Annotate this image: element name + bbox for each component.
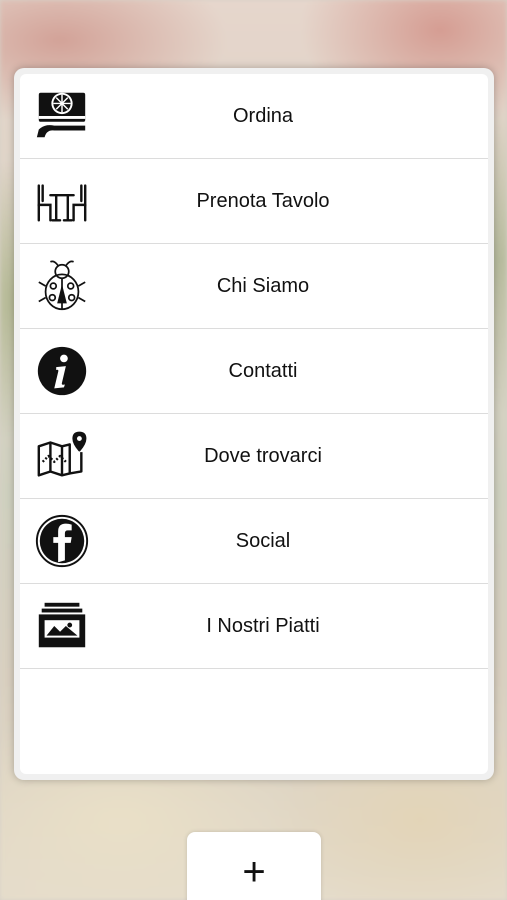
menu-item-label: Prenota Tavolo — [196, 189, 330, 212]
pizza-delivery-icon — [20, 74, 104, 158]
menu-item-ordina[interactable]: Ordina — [20, 74, 488, 159]
menu-item-chi-siamo[interactable]: Chi Siamo — [20, 244, 488, 329]
info-icon — [20, 329, 104, 413]
photo-gallery-icon — [20, 584, 104, 668]
menu-item-prenota-tavolo[interactable]: Prenota Tavolo — [20, 159, 488, 244]
menu-item-dove-trovarci[interactable]: Dove trovarci — [20, 414, 488, 499]
ladybug-icon — [20, 244, 104, 328]
facebook-icon — [20, 499, 104, 583]
table-chairs-icon — [20, 159, 104, 243]
plus-icon: + — [242, 850, 266, 894]
menu-item-contatti[interactable]: Contatti — [20, 329, 488, 414]
menu-item-label: I Nostri Piatti — [206, 614, 320, 637]
map-pin-icon — [20, 414, 104, 498]
menu-item-social[interactable]: Social — [20, 499, 488, 584]
menu-item-i-nostri-piatti[interactable]: I Nostri Piatti — [20, 584, 488, 669]
menu-item-label: Dove trovarci — [204, 444, 322, 467]
menu-item-label: Ordina — [232, 104, 294, 127]
menu-list: Ordina Prenota Tavolo Chi Siamo Contatti… — [20, 74, 488, 774]
menu-item-label: Chi Siamo — [216, 274, 310, 297]
menu-panel: Ordina Prenota Tavolo Chi Siamo Contatti… — [14, 68, 494, 780]
add-button[interactable]: + — [187, 832, 321, 900]
menu-item-label: Contatti — [228, 359, 298, 382]
menu-item-label: Social — [235, 529, 291, 552]
